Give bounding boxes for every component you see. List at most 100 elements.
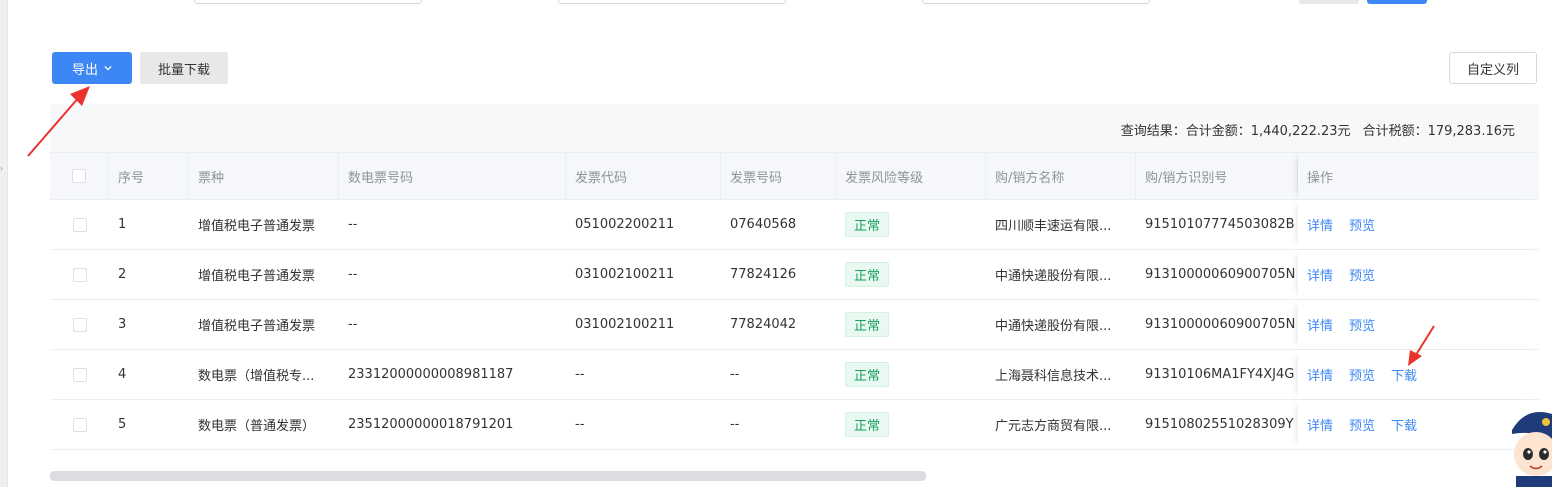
summary-text: 查询结果：合计金额：1,440,222.23元 合计税额：179,283.16元 [1121, 120, 1515, 139]
row-actions: 详情 预览 下载 [1298, 350, 1539, 399]
row-invoice-no: -- [730, 367, 740, 382]
row-party-tax-id: 91310000060900705N [1145, 267, 1296, 282]
row-e-invoice-no: 23512000000018791201 [348, 417, 514, 432]
preview-link[interactable]: 预览 [1349, 365, 1375, 384]
batch-download-button[interactable]: 批量下载 [140, 52, 228, 84]
header-party-tax-id: 购/销方识别号 [1136, 153, 1298, 199]
row-party-name: 四川顺丰速运有限... [995, 219, 1112, 234]
export-label: 导出 [71, 62, 98, 78]
row-invoice-code: -- [575, 367, 585, 382]
row-actions: 详情 预览 下载 [1298, 400, 1539, 449]
row-index: 4 [118, 367, 127, 382]
export-dropdown-button[interactable]: 导出 [52, 52, 132, 84]
row-party-name: 中通快递股份有限... [995, 269, 1112, 284]
header-risk-level: 发票风险等级 [836, 153, 986, 199]
row-select-cell [50, 300, 109, 349]
row-checkbox[interactable] [72, 217, 87, 232]
custom-columns-button[interactable]: 自定义列 [1449, 52, 1537, 84]
download-link[interactable]: 下载 [1391, 365, 1417, 384]
filter-input-1[interactable] [194, 0, 422, 4]
select-all-checkbox[interactable] [72, 169, 86, 183]
detail-link[interactable]: 详情 [1307, 315, 1333, 334]
left-panel-edge [0, 0, 8, 487]
row-checkbox[interactable] [72, 317, 87, 332]
row-ticket-type: 数电票（增值税专... [198, 369, 315, 384]
row-party-name: 上海聂科信息技术... [995, 369, 1112, 384]
preview-link[interactable]: 预览 [1349, 265, 1375, 284]
preview-link[interactable]: 预览 [1349, 315, 1375, 334]
row-actions: 详情 预览 [1298, 300, 1539, 349]
row-index: 5 [118, 417, 127, 432]
table-row: 4 数电票（增值税专... 23312000000008981187 -- --… [50, 350, 1539, 400]
total-tax: 合计税额：179,283.16元 [1362, 124, 1515, 139]
row-index: 3 [118, 317, 127, 332]
row-actions: 详情 预览 [1298, 250, 1539, 299]
row-select-cell [50, 200, 109, 249]
table-row: 5 数电票（普通发票） 23512000000018791201 -- -- 正… [50, 400, 1539, 450]
row-party-name: 中通快递股份有限... [995, 319, 1112, 334]
detail-link[interactable]: 详情 [1307, 215, 1333, 234]
filter-input-3[interactable] [922, 0, 1150, 4]
row-invoice-no: 77824042 [730, 317, 797, 332]
row-checkbox[interactable] [72, 417, 87, 432]
preview-link[interactable]: 预览 [1349, 415, 1375, 434]
row-risk-cell: 正常 [836, 250, 986, 299]
row-invoice-code: 031002100211 [575, 267, 675, 282]
header-party-name: 购/销方名称 [986, 153, 1136, 199]
invoice-table: 序号 票种 数电票号码 发票代码 发票号码 发票风险等级 购/销方名称 购/销方… [50, 152, 1539, 450]
row-party-tax-id: 91310000060900705N [1145, 317, 1296, 332]
select-all-cell [50, 153, 109, 199]
preview-link[interactable]: 预览 [1349, 215, 1375, 234]
header-index: 序号 [109, 153, 189, 199]
row-select-cell [50, 350, 109, 399]
detail-link[interactable]: 详情 [1307, 265, 1333, 284]
assistant-mascot-icon[interactable] [1506, 404, 1552, 487]
total-amount: 查询结果：合计金额：1,440,222.23元 [1120, 124, 1351, 139]
table-row: 1 增值税电子普通发票 -- 051002200211 07640568 正常 … [50, 200, 1539, 250]
risk-badge: 正常 [845, 412, 890, 437]
table-header: 序号 票种 数电票号码 发票代码 发票号码 发票风险等级 购/销方名称 购/销方… [50, 152, 1539, 200]
row-risk-cell: 正常 [836, 200, 986, 249]
row-e-invoice-no: -- [348, 267, 358, 282]
download-link[interactable]: 下载 [1391, 415, 1417, 434]
detail-link[interactable]: 详情 [1307, 415, 1333, 434]
row-party-tax-id: 91510107774503082B [1145, 217, 1295, 232]
row-invoice-no: 77824126 [730, 267, 797, 282]
risk-badge: 正常 [845, 362, 890, 387]
row-checkbox[interactable] [72, 367, 87, 382]
row-risk-cell: 正常 [836, 350, 986, 399]
header-actions: 操作 [1298, 153, 1539, 199]
row-risk-cell: 正常 [836, 400, 986, 449]
row-e-invoice-no: -- [348, 217, 358, 232]
row-invoice-code: 051002200211 [575, 217, 675, 232]
row-e-invoice-no: 23312000000008981187 [348, 367, 514, 382]
row-checkbox[interactable] [72, 267, 87, 282]
detail-link[interactable]: 详情 [1307, 365, 1333, 384]
filter-input-2[interactable] [558, 0, 786, 4]
horizontal-scrollbar[interactable] [50, 471, 926, 481]
collapse-handle-icon[interactable]: › [0, 164, 3, 173]
risk-badge: 正常 [845, 212, 890, 237]
row-ticket-type: 增值税电子普通发票 [198, 269, 316, 284]
row-risk-cell: 正常 [836, 300, 986, 349]
summary-bar: 查询结果：合计金额：1,440,222.23元 合计税额：179,283.16元 [50, 104, 1539, 152]
search-button[interactable] [1367, 0, 1427, 4]
reset-button[interactable] [1299, 0, 1359, 4]
risk-badge: 正常 [845, 312, 890, 337]
header-e-invoice-no: 数电票号码 [339, 153, 566, 199]
row-party-name: 广元志方商贸有限... [995, 419, 1112, 434]
header-invoice-no: 发票号码 [721, 153, 836, 199]
table-row: 3 增值税电子普通发票 -- 031002100211 77824042 正常 … [50, 300, 1539, 350]
risk-badge: 正常 [845, 262, 890, 287]
row-invoice-code: -- [575, 417, 585, 432]
row-select-cell [50, 400, 109, 449]
row-invoice-no: -- [730, 417, 740, 432]
row-party-tax-id: 91510802551028309Y [1145, 417, 1294, 432]
row-index: 2 [118, 267, 127, 282]
row-invoice-code: 031002100211 [575, 317, 675, 332]
table-row: 2 增值税电子普通发票 -- 031002100211 77824126 正常 … [50, 250, 1539, 300]
row-actions: 详情 预览 [1298, 200, 1539, 249]
row-index: 1 [118, 217, 127, 232]
row-ticket-type: 增值税电子普通发票 [198, 319, 316, 334]
row-ticket-type: 增值税电子普通发票 [198, 219, 316, 234]
